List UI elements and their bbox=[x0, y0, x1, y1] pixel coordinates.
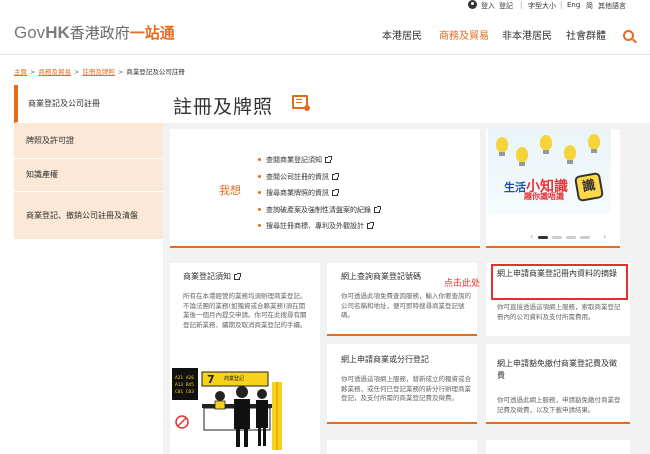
utility-bar: 登入 登記 | 字型大小 | Eng 简 其他語言 bbox=[0, 0, 650, 12]
login-link[interactable]: 登入 bbox=[481, 1, 495, 11]
i-want-list: 查閱商業登記須知 查閱公司註冊的資訊 搜尋商業牌照的資訊 查詢破產案及強制性清盤… bbox=[258, 152, 381, 235]
carousel-next-icon[interactable]: › bbox=[603, 232, 606, 241]
card-title[interactable]: 網上申請豁免繳付商業登記費及徵費 bbox=[497, 358, 621, 382]
svg-text:C01 C03: C01 C03 bbox=[175, 389, 194, 395]
i-want-label: 我想 bbox=[219, 184, 241, 197]
card-title[interactable]: 商業登記須知 bbox=[183, 271, 241, 283]
i-want-item[interactable]: 查詢破產案及強制性清盤案的紀錄 bbox=[258, 202, 381, 219]
lightbulb-icon bbox=[496, 137, 508, 156]
nav-residents[interactable]: 本港居民 bbox=[382, 27, 422, 42]
breadcrumb-current: 商業登記及公司註冊 bbox=[126, 68, 185, 76]
external-link-icon bbox=[332, 189, 339, 196]
card-description: 你可透過此網上服務，申請豁免繳付商業登記費及徵費，以及下載申請結果。 bbox=[497, 396, 621, 414]
card-partial bbox=[327, 440, 477, 454]
carousel-dot[interactable] bbox=[566, 236, 576, 239]
sidebar-item-ip[interactable]: 知識產權 bbox=[14, 159, 163, 192]
register-link[interactable]: 登記 bbox=[499, 1, 513, 11]
card-description: 你可透過這項網上服務，替新成立的獨資或合夥業務，或任何已登記業務的新分行辦理商業… bbox=[341, 375, 471, 402]
card-title[interactable]: 網上查詢商業登記號碼 bbox=[341, 271, 421, 283]
divider: | bbox=[520, 1, 523, 9]
sidebar-item-deregistration[interactable]: 商業登記、撤銷公司註冊及清盤 bbox=[14, 192, 163, 240]
font-size-link[interactable]: 字型大小 bbox=[528, 1, 556, 11]
card-description: 你可透過此項免費查詢服務，輸入你要查詢的公司名稱和地址，便可即時搜尋商業登記號碼… bbox=[341, 292, 471, 319]
external-link-icon bbox=[367, 222, 374, 229]
svg-text:商業登記: 商業登記 bbox=[224, 375, 244, 382]
i-want-item[interactable]: 查閱商業登記須知 bbox=[258, 152, 380, 169]
card-description: 所有在本港經營的業務均須辦理商業登記。不論法團的業務(如獨資或合夥業務)須在開業… bbox=[183, 292, 307, 329]
promo-subline: 趣你識唔識 bbox=[524, 192, 564, 201]
search-icon[interactable] bbox=[623, 30, 634, 41]
breadcrumb: 主頁 > 商務及貿易 > 註冊及牌照 > 商業登記及公司註冊 bbox=[14, 68, 185, 76]
nav-non-residents[interactable]: 非本港居民 bbox=[502, 27, 552, 42]
carousel-dot[interactable] bbox=[552, 236, 562, 239]
sidebar: 商業登記及公司註冊 牌照及許可證 知識產權 商業登記、撤銷公司註冊及清盤 bbox=[14, 85, 163, 240]
svg-text:A13 B45: A13 B45 bbox=[175, 382, 194, 388]
external-link-icon bbox=[332, 172, 339, 180]
sidebar-item-licences[interactable]: 牌照及許可證 bbox=[14, 123, 163, 159]
card-title[interactable]: 網上申請商業或分行登記 bbox=[341, 354, 429, 366]
svg-text:7: 7 bbox=[207, 373, 215, 386]
govhk-logo[interactable]: GovHK香港政府一站通 bbox=[14, 22, 175, 43]
breadcrumb-home[interactable]: 主頁 bbox=[14, 68, 27, 76]
card-description: 你可直接透過這項網上服務，索取商業登記冊內的公司資料及支付所需費用。 bbox=[497, 303, 621, 321]
external-link-icon bbox=[325, 156, 332, 163]
sidebar-item-business-registration[interactable]: 商業登記及公司註冊 bbox=[14, 85, 163, 123]
external-link-icon bbox=[234, 272, 241, 280]
external-link-icon bbox=[374, 205, 381, 213]
page-title: 註冊及牌照 bbox=[173, 96, 274, 118]
breadcrumb-business[interactable]: 商務及貿易 bbox=[38, 68, 71, 76]
breadcrumb-registration[interactable]: 註冊及牌照 bbox=[82, 68, 115, 76]
i-want-item[interactable]: 搜尋註冊商標、專利及外觀設計 bbox=[258, 218, 380, 235]
card-partial bbox=[486, 440, 630, 454]
site-header: GovHK香港政府一站通 本港居民 商務及貿易 非本港居民 社會群體 bbox=[0, 12, 650, 55]
divider: | bbox=[560, 1, 563, 9]
lang-sc-link[interactable]: 简 bbox=[586, 1, 593, 11]
carousel-dot[interactable] bbox=[580, 236, 590, 239]
highlight-box bbox=[491, 264, 628, 300]
user-icon[interactable] bbox=[468, 0, 477, 9]
click-here-annotation: 点击此处 bbox=[444, 279, 481, 289]
svg-text:A21 A26: A21 A26 bbox=[175, 375, 194, 381]
lightbulb-icon bbox=[516, 147, 528, 166]
nav-community[interactable]: 社會群體 bbox=[566, 27, 606, 42]
i-want-item[interactable]: 搜尋商業牌照的資訊 bbox=[258, 185, 380, 202]
promo-banner[interactable]: 生活小知識 趣你識唔識 識 bbox=[488, 129, 611, 214]
carousel-dot[interactable] bbox=[538, 236, 548, 239]
service-counter-illustration: 7 商業登記 A21 A26 A13 B45 C01 C03 bbox=[172, 368, 282, 450]
lang-en-link[interactable]: Eng bbox=[567, 1, 580, 9]
i-want-item[interactable]: 查閱公司註冊的資訊 bbox=[258, 169, 380, 186]
certificate-icon bbox=[292, 95, 310, 111]
nav-business[interactable]: 商務及貿易 bbox=[439, 27, 489, 42]
lightbulb-icon bbox=[540, 135, 552, 154]
carousel-prev-icon[interactable]: ‹ bbox=[530, 232, 533, 241]
other-lang-link[interactable]: 其他語言 bbox=[598, 1, 626, 11]
lightbulb-icon bbox=[564, 145, 576, 164]
promo-seal: 識 bbox=[573, 171, 605, 203]
lightbulb-icon bbox=[588, 134, 600, 153]
